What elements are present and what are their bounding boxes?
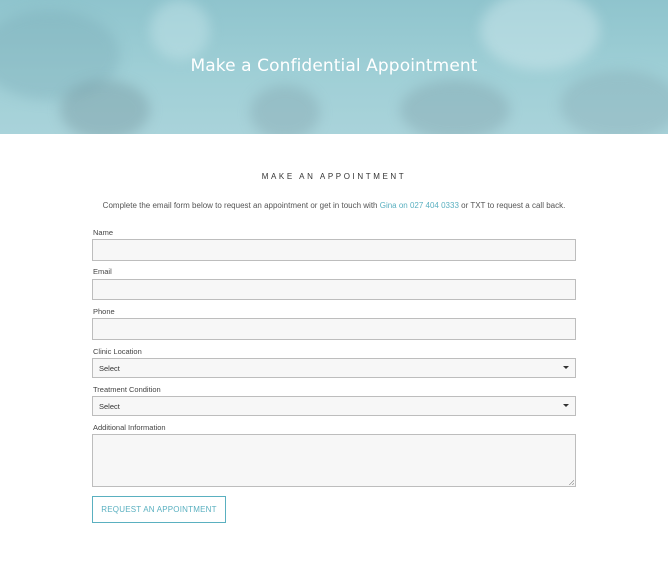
resize-grip-icon[interactable]	[569, 480, 574, 485]
email-field[interactable]	[92, 279, 576, 300]
intro-prefix: Complete the email form below to request…	[102, 201, 380, 210]
hero-banner: Make a Confidential Appointment	[0, 0, 668, 134]
phone-link[interactable]: Gina on 027 404 0333	[380, 201, 459, 210]
request-appointment-button[interactable]: REQUEST AN APPOINTMENT	[92, 496, 226, 523]
email-label: Email	[93, 267, 112, 276]
intro-text: Complete the email form below to request…	[0, 201, 668, 210]
phone-label: Phone	[93, 307, 115, 316]
treatment-condition-selected: Select	[99, 401, 120, 411]
clinic-location-selected: Select	[99, 363, 120, 373]
section-heading: MAKE AN APPOINTMENT	[261, 172, 407, 181]
treatment-condition-label: Treatment Condition	[93, 385, 161, 394]
clinic-location-select[interactable]: Select	[92, 358, 576, 378]
intro-suffix: or TXT to request a call back.	[458, 201, 566, 210]
treatment-condition-select[interactable]: Select	[92, 396, 576, 416]
name-label: Name	[93, 228, 114, 237]
caret-down-icon	[563, 404, 569, 407]
clinic-location-label: Clinic Location	[93, 347, 142, 356]
caret-down-icon	[563, 366, 569, 369]
additional-info-textarea[interactable]	[92, 434, 576, 487]
hero-title: Make a Confidential Appointment	[190, 56, 478, 76]
phone-field[interactable]	[92, 318, 576, 340]
name-field[interactable]	[92, 239, 576, 261]
additional-info-label: Additional Information	[93, 423, 166, 432]
